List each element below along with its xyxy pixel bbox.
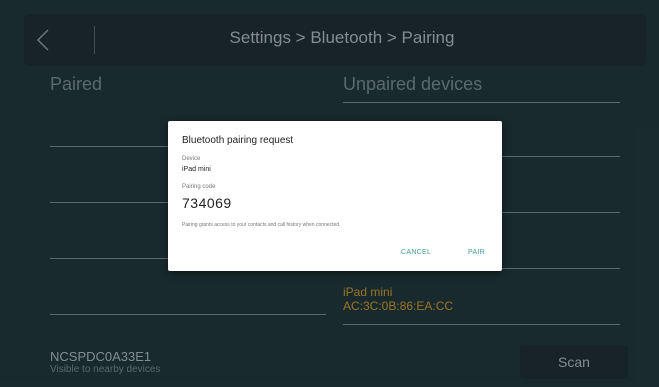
pairing-code-value: 734069 bbox=[182, 195, 232, 211]
pair-button[interactable]: PAIR bbox=[468, 249, 485, 256]
cancel-button[interactable]: CANCEL bbox=[401, 249, 431, 256]
pairing-screen: Settings > Bluetooth > Pairing Paired Un… bbox=[0, 0, 659, 387]
device-value: iPad mini bbox=[182, 166, 211, 173]
pairing-code-label: Pairing code bbox=[182, 184, 216, 190]
pairing-dialog: Bluetooth pairing request Device iPad mi… bbox=[168, 121, 502, 271]
pairing-note: Pairing grants access to your contacts a… bbox=[182, 222, 341, 228]
device-label: Device bbox=[182, 156, 201, 162]
dialog-title: Bluetooth pairing request bbox=[182, 135, 294, 146]
